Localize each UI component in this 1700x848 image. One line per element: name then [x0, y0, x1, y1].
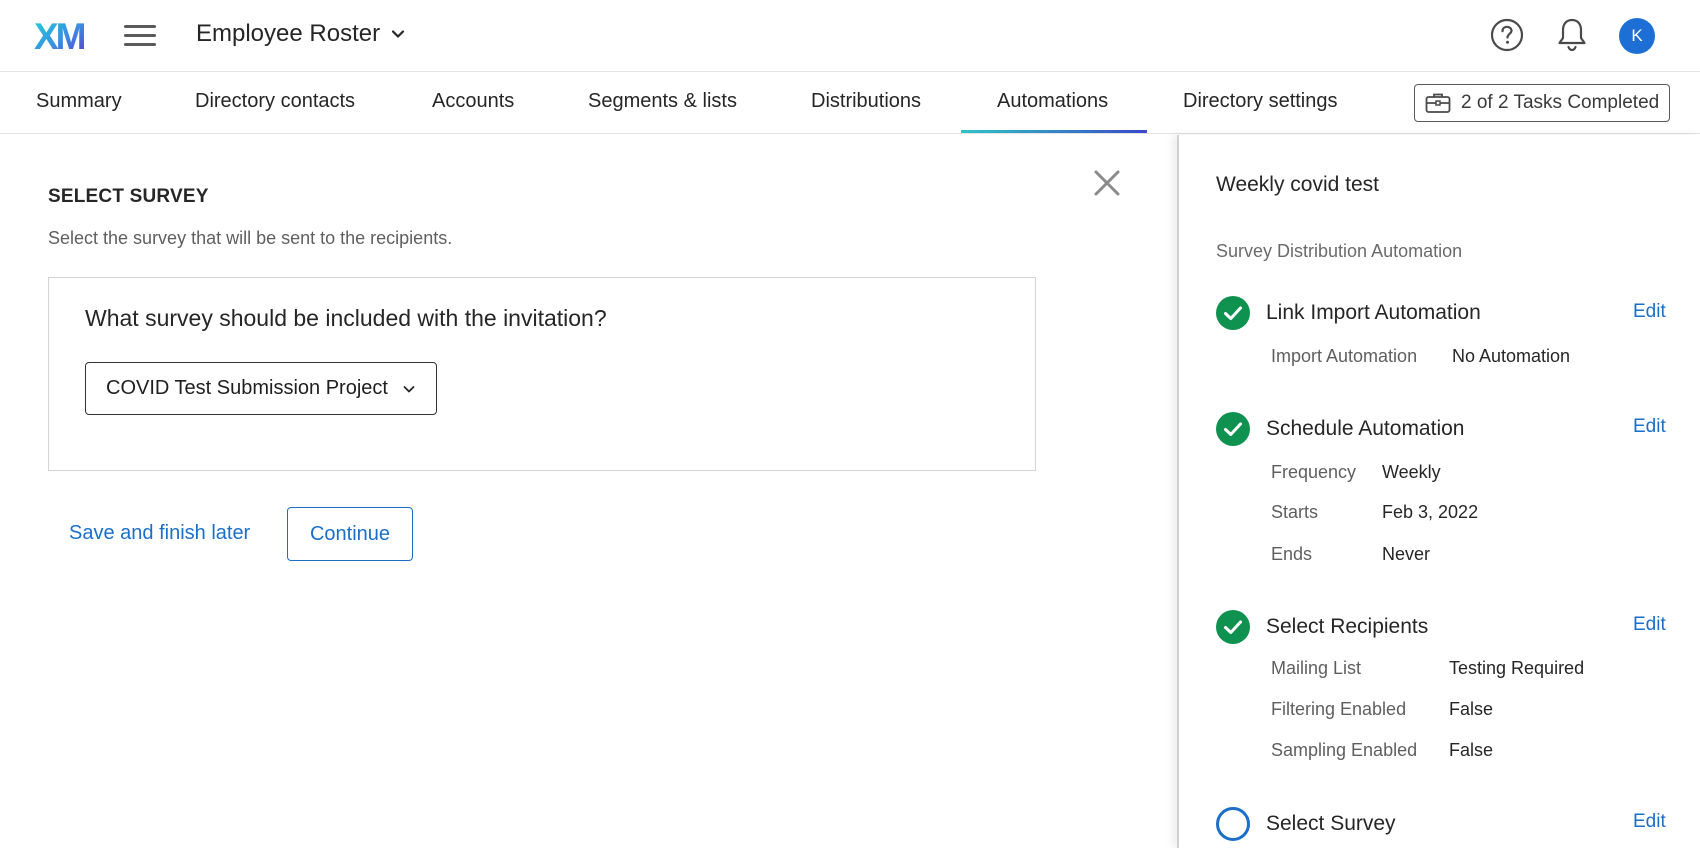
tab-distributions[interactable]: Distributions [811, 90, 921, 113]
active-tab-indicator [961, 130, 1147, 133]
detail-value: Feb 3, 2022 [1382, 502, 1479, 522]
tab-automations[interactable]: Automations [997, 90, 1108, 113]
tab-directory-contacts[interactable]: Directory contacts [195, 90, 355, 113]
detail-label: Sampling Enabled [1271, 740, 1418, 760]
tab-accounts[interactable]: Accounts [432, 90, 514, 113]
tab-directory-settings[interactable]: Directory settings [1183, 90, 1338, 113]
check-circle-icon [1216, 412, 1250, 446]
chevron-down-icon [391, 30, 405, 38]
avatar[interactable]: K [1619, 18, 1655, 54]
edit-recipients-button[interactable]: Edit [1633, 614, 1666, 636]
detail-value: No Automation [1452, 346, 1571, 366]
svg-text:XM: XM [34, 18, 85, 54]
automation-name: Weekly covid test [1216, 173, 1380, 196]
project-title: Employee Roster [196, 20, 381, 47]
survey-dropdown[interactable]: COVID Test Submission Project [85, 362, 437, 415]
edit-schedule-button[interactable]: Edit [1633, 416, 1666, 438]
tab-segments-lists[interactable]: Segments & lists [588, 90, 737, 113]
tab-summary[interactable]: Summary [36, 90, 122, 113]
automation-summary-panel: Weekly covid test Survey Distribution Au… [1177, 135, 1700, 848]
section-description: Select the survey that will be sent to t… [48, 228, 453, 248]
detail-label: Ends [1271, 544, 1313, 564]
save-and-finish-later-link[interactable]: Save and finish later [69, 522, 250, 545]
survey-question-card: What survey should be included with the … [48, 277, 1036, 471]
circle-outline-icon [1216, 807, 1250, 841]
detail-label: Frequency [1271, 462, 1357, 482]
check-circle-icon [1216, 296, 1250, 330]
briefcase-icon [1425, 93, 1451, 113]
tasks-completed-button[interactable]: 2 of 2 Tasks Completed [1414, 84, 1670, 122]
bell-icon[interactable] [1555, 17, 1589, 53]
detail-value: Testing Required [1449, 658, 1585, 678]
tab-bar: Summary Directory contacts Accounts Segm… [0, 72, 1700, 134]
detail-value: Weekly [1382, 462, 1441, 482]
detail-label: Filtering Enabled [1271, 699, 1407, 719]
step-title-select-survey: Select Survey [1266, 812, 1396, 835]
detail-label: Starts [1271, 502, 1319, 522]
top-bar: XM Employee Roster K [0, 0, 1700, 72]
detail-label: Import Automation [1271, 346, 1418, 366]
detail-value: Never [1382, 544, 1431, 564]
question-text: What survey should be included with the … [85, 305, 607, 331]
xm-logo[interactable]: XM [34, 18, 92, 54]
tasks-completed-label: 2 of 2 Tasks Completed [1461, 92, 1660, 113]
project-selector[interactable]: Employee Roster [196, 20, 406, 48]
step-title-schedule: Schedule Automation [1266, 417, 1465, 440]
close-icon[interactable] [1093, 169, 1121, 197]
continue-button[interactable]: Continue [287, 507, 413, 561]
edit-link-import-button[interactable]: Edit [1633, 301, 1666, 323]
chevron-down-icon [403, 385, 415, 392]
survey-dropdown-value: COVID Test Submission Project [106, 377, 388, 399]
section-title: SELECT SURVEY [48, 186, 209, 207]
menu-icon[interactable] [124, 24, 156, 48]
detail-label: Mailing List [1271, 658, 1362, 678]
detail-value: False [1449, 699, 1494, 719]
edit-survey-button[interactable]: Edit [1633, 811, 1666, 833]
help-icon[interactable] [1490, 18, 1524, 52]
step-title-recipients: Select Recipients [1266, 615, 1429, 638]
step-title-link-import: Link Import Automation [1266, 301, 1481, 324]
automation-type: Survey Distribution Automation [1216, 241, 1463, 261]
check-circle-icon [1216, 610, 1250, 644]
detail-value: False [1449, 740, 1494, 760]
